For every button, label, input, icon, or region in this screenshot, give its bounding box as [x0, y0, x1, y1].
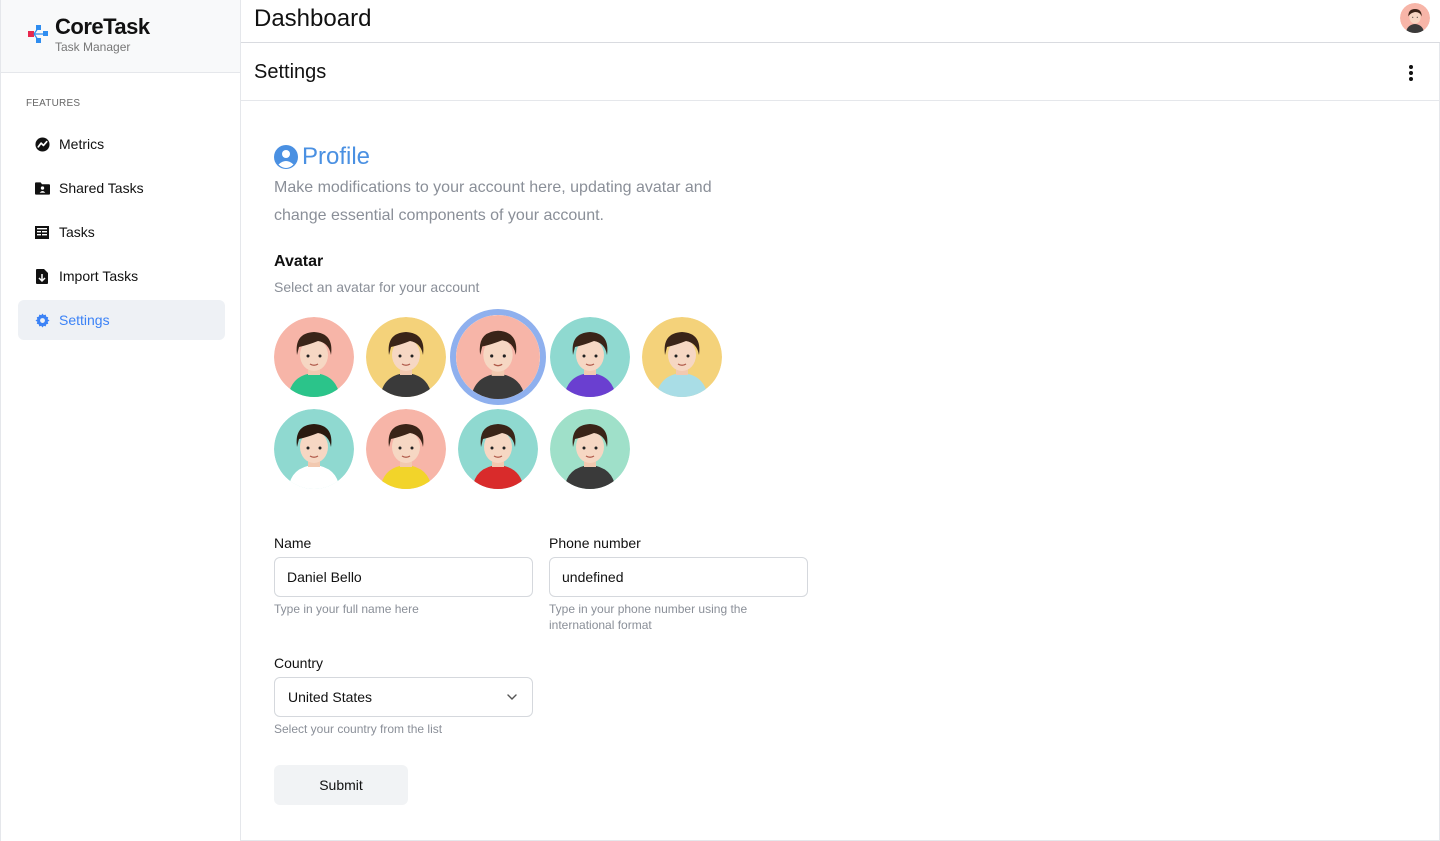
- phone-helper: Type in your phone number using the inte…: [549, 601, 747, 633]
- avatar-option-1[interactable]: [274, 317, 354, 397]
- country-helper: Select your country from the list: [274, 722, 443, 736]
- brand-subtitle: Task Manager: [55, 40, 131, 54]
- avatar-section-subtitle: Select an avatar for your account: [274, 279, 480, 295]
- phone-helper-line-1: Type in your phone number using the: [549, 602, 748, 616]
- chart-line-icon: [34, 136, 50, 152]
- submit-button[interactable]: Submit: [274, 765, 408, 805]
- more-vertical-icon[interactable]: [1401, 63, 1421, 83]
- gear-icon: [34, 312, 50, 328]
- avatar-option-5[interactable]: [642, 317, 722, 397]
- brand: CoreTask Task Manager: [1, 0, 240, 73]
- settings-title: Settings: [254, 61, 327, 83]
- top-header: Dashboard: [241, 0, 1440, 43]
- profile-title: Profile: [302, 143, 371, 170]
- sidebar-item-label: Settings: [59, 312, 110, 328]
- avatar-option-9[interactable]: [550, 409, 630, 489]
- sidebar-item-metrics[interactable]: Metrics: [18, 124, 225, 164]
- sidebar-item-label: Tasks: [59, 224, 95, 240]
- profile-header: Profile: [274, 143, 370, 171]
- sidebar-item-label: Shared Tasks: [59, 180, 144, 196]
- file-import-icon: [34, 268, 50, 284]
- avatar-option-2[interactable]: [366, 317, 446, 397]
- sidebar-item-import-tasks[interactable]: Import Tasks: [18, 256, 225, 296]
- features-section-label: FEATURES: [26, 98, 81, 109]
- phone-field[interactable]: [549, 557, 808, 597]
- phone-label: Phone number: [549, 535, 641, 551]
- avatar-option-4[interactable]: [550, 317, 630, 397]
- page-title: Dashboard: [254, 5, 372, 32]
- brand-name: CoreTask: [55, 14, 150, 39]
- chevron-down-icon: [507, 694, 517, 700]
- country-select-value: United States: [288, 689, 373, 705]
- shared-folder-icon: [34, 180, 50, 196]
- country-select[interactable]: United States: [274, 677, 533, 717]
- avatar-option-3[interactable]: [450, 309, 546, 405]
- sidebar-nav: Metrics Shared Tasks Tasks Import Tasks …: [18, 124, 225, 344]
- avatar-section-title: Avatar: [274, 253, 324, 270]
- avatar-option-7[interactable]: [366, 409, 446, 489]
- avatar-option-6[interactable]: [274, 409, 354, 489]
- sidebar: CoreTask Task Manager FEATURES Metrics S…: [0, 0, 241, 841]
- user-avatar[interactable]: [1400, 3, 1430, 33]
- task-list-icon: [34, 224, 50, 240]
- user-circle-icon: [274, 145, 298, 169]
- sidebar-item-shared-tasks[interactable]: Shared Tasks: [18, 168, 225, 208]
- sidebar-item-tasks[interactable]: Tasks: [18, 212, 225, 252]
- name-field[interactable]: [274, 557, 533, 597]
- avatar-option-8[interactable]: [458, 409, 538, 489]
- sidebar-item-settings[interactable]: Settings: [18, 300, 225, 340]
- name-helper: Type in your full name here: [274, 602, 419, 616]
- name-label: Name: [274, 535, 312, 551]
- profile-description: Make modifications to your account here,…: [274, 179, 712, 224]
- coretask-logo-icon: [28, 25, 48, 43]
- sidebar-item-label: Import Tasks: [59, 268, 139, 284]
- settings-bar: Settings: [241, 43, 1440, 101]
- phone-helper-line-2: international format: [549, 618, 652, 632]
- country-label: Country: [274, 655, 324, 671]
- sidebar-item-label: Metrics: [59, 136, 105, 152]
